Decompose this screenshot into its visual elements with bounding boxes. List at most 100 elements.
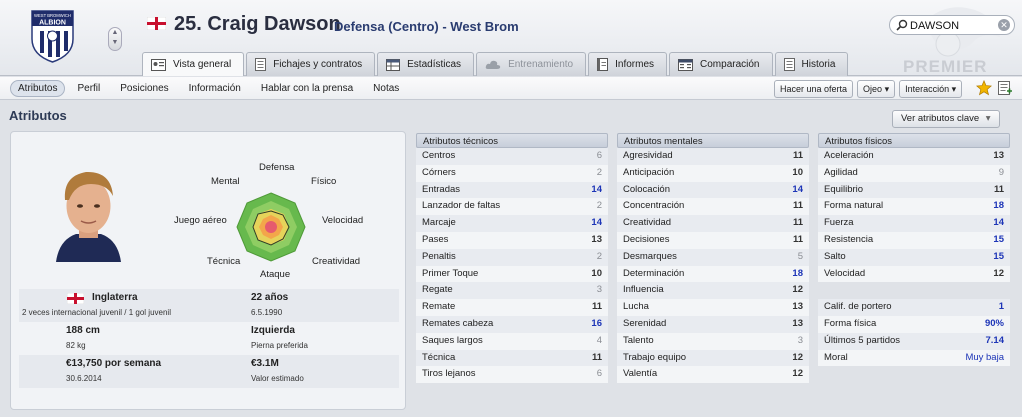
attribute-name: Colocación [623, 183, 670, 195]
attribute-row[interactable]: Remates cabeza 16 [416, 315, 608, 333]
add-note-icon[interactable] [998, 81, 1012, 96]
scout-label: Ojeo [863, 84, 883, 94]
subtab-perfil[interactable]: Perfil [69, 80, 108, 97]
attribute-row[interactable]: Marcaje 14 [416, 215, 608, 232]
attribute-row[interactable]: Valentía 12 [617, 366, 809, 384]
attribute-row[interactable]: Agilidad 9 [818, 164, 1010, 182]
attribute-name: Tiros lejanos [422, 368, 476, 380]
physical-list: Aceleración 13 Agilidad 9 Equilibrio 11 Forma … [818, 148, 1010, 283]
attribute-row[interactable]: Talento 3 [617, 332, 809, 350]
interaction-dropdown[interactable]: Interacción ▾ [899, 80, 963, 98]
attribute-name: Fuerza [824, 217, 854, 229]
notebook-icon [597, 58, 609, 71]
tab-informes[interactable]: Informes [588, 52, 668, 76]
attribute-value: 14 [591, 217, 602, 229]
attribute-name: Talento [623, 334, 654, 346]
attribute-row[interactable]: Salto 15 [818, 248, 1010, 266]
attribute-value: 11 [591, 351, 602, 363]
attribute-row[interactable]: Tiros lejanos 6 [416, 366, 608, 384]
tab-label: Historia [801, 59, 836, 70]
search-box[interactable]: ✕ [889, 15, 1015, 35]
attribute-row[interactable]: Centros 6 [416, 148, 608, 165]
attribute-row[interactable]: Moral Muy baja [818, 349, 1010, 367]
attribute-value: 2 [596, 250, 602, 262]
attribute-row[interactable]: Desmarques 5 [617, 248, 809, 266]
attribute-row[interactable]: Lanzador de faltas 2 [416, 198, 608, 216]
attribute-row[interactable]: Fuerza 14 [818, 215, 1010, 232]
player-stepper[interactable]: ▲ ▼ [108, 27, 122, 51]
attribute-row[interactable]: Lucha 13 [617, 299, 809, 316]
attribute-row[interactable]: Pases 13 [416, 231, 608, 249]
attribute-name: Aceleración [824, 150, 874, 161]
attribute-row[interactable]: Forma física 90% [818, 315, 1010, 333]
attribute-row[interactable]: Velocidad 12 [818, 265, 1010, 283]
mental-list: Agresividad 11 Anticipación 10 Colocación 14 C… [617, 148, 809, 384]
attribute-value: 18 [993, 200, 1004, 212]
chevron-down-icon: ▾ [985, 113, 991, 124]
attribute-row[interactable]: Calif. de portero 1 [818, 299, 1010, 316]
key-attributes-dropdown[interactable]: Ver atributos clave ▾ [892, 110, 1000, 128]
attribute-row[interactable]: Agresividad 11 [617, 148, 809, 165]
attribute-value: 4 [596, 334, 602, 346]
attribute-name: Últimos 5 partidos [824, 334, 901, 346]
subtab-posiciones[interactable]: Posiciones [112, 80, 176, 97]
attribute-row[interactable]: Regate 3 [416, 282, 608, 300]
england-flag-icon [147, 17, 166, 30]
attribute-row[interactable]: Primer Toque 10 [416, 265, 608, 283]
radar-center [265, 221, 277, 233]
attribute-row[interactable]: Técnica 11 [416, 349, 608, 367]
attribute-row[interactable]: Saques largos 4 [416, 332, 608, 350]
attribute-row[interactable]: Determinación 18 [617, 265, 809, 283]
tab-estadisticas[interactable]: Estadísticas [377, 52, 475, 76]
sub-navigation: Atributos Perfil Posiciones Información … [0, 77, 1022, 100]
attribute-row[interactable]: Decisiones 11 [617, 231, 809, 249]
attribute-row[interactable]: Forma natural 18 [818, 198, 1010, 216]
physical-attributes: Atributos físicos Aceleración 13 Agilidad 9… [818, 133, 1010, 367]
attribute-row[interactable]: Últimos 5 partidos 7.14 [818, 332, 1010, 350]
nationality[interactable]: Inglaterra [92, 292, 138, 303]
attribute-row[interactable]: Colocación 14 [617, 181, 809, 199]
attribute-row[interactable]: Equilibrio 11 [818, 181, 1010, 199]
tab-fichajes[interactable]: Fichajes y contratos [246, 52, 376, 76]
profile-card-icon [151, 58, 166, 71]
tab-historia[interactable]: Historia [774, 52, 849, 76]
attribute-row[interactable]: Influencia 12 [617, 282, 809, 300]
attribute-value: 12 [792, 351, 803, 363]
search-icon [896, 19, 908, 31]
attribute-row[interactable]: Remate 11 [416, 299, 608, 316]
physical-header: Atributos físicos [818, 133, 1010, 148]
cloud-icon [485, 60, 501, 69]
main-tabs: Vista general Fichajes y contratos Estad… [142, 52, 850, 76]
subtab-hablar-prensa[interactable]: Hablar con la prensa [253, 80, 361, 97]
contract-expiry: 30.6.2014 [66, 374, 102, 383]
attribute-row[interactable]: Córners 2 [416, 164, 608, 182]
subtab-informacion[interactable]: Información [181, 80, 249, 97]
clear-search-icon[interactable]: ✕ [998, 19, 1010, 31]
attribute-name: Trabajo equipo [623, 351, 687, 363]
attribute-value: 11 [993, 183, 1004, 195]
make-offer-button[interactable]: Hacer una oferta [774, 80, 854, 98]
search-input[interactable] [910, 18, 996, 33]
player-subtitle[interactable]: Defensa (Centro) - West Brom [334, 19, 519, 34]
attribute-row[interactable]: Entradas 14 [416, 181, 608, 199]
attribute-row[interactable]: Trabajo equipo 12 [617, 349, 809, 367]
attribute-row[interactable]: Penaltis 2 [416, 248, 608, 266]
star-icon[interactable] [976, 80, 992, 96]
tab-vista-general[interactable]: Vista general [142, 52, 245, 76]
attribute-row[interactable]: Aceleración 13 [818, 148, 1010, 165]
attribute-row[interactable]: Creatividad 11 [617, 215, 809, 232]
attribute-value: 15 [993, 233, 1004, 245]
subtab-notas[interactable]: Notas [365, 80, 407, 97]
attribute-row[interactable]: Concentración 11 [617, 198, 809, 216]
scout-dropdown[interactable]: Ojeo ▾ [857, 80, 896, 98]
attribute-row[interactable]: Resistencia 15 [818, 231, 1010, 249]
attribute-row[interactable]: Anticipación 10 [617, 164, 809, 182]
attribute-name: Centros [422, 150, 456, 161]
subtab-atributos[interactable]: Atributos [10, 80, 66, 97]
attribute-name: Remate [422, 301, 456, 313]
page-title: Atributos [9, 108, 67, 123]
attribute-name: Agresividad [623, 150, 673, 161]
attribute-row[interactable]: Serenidad 13 [617, 315, 809, 333]
attribute-value: 11 [792, 150, 803, 161]
tab-comparacion[interactable]: Comparación [669, 52, 773, 76]
